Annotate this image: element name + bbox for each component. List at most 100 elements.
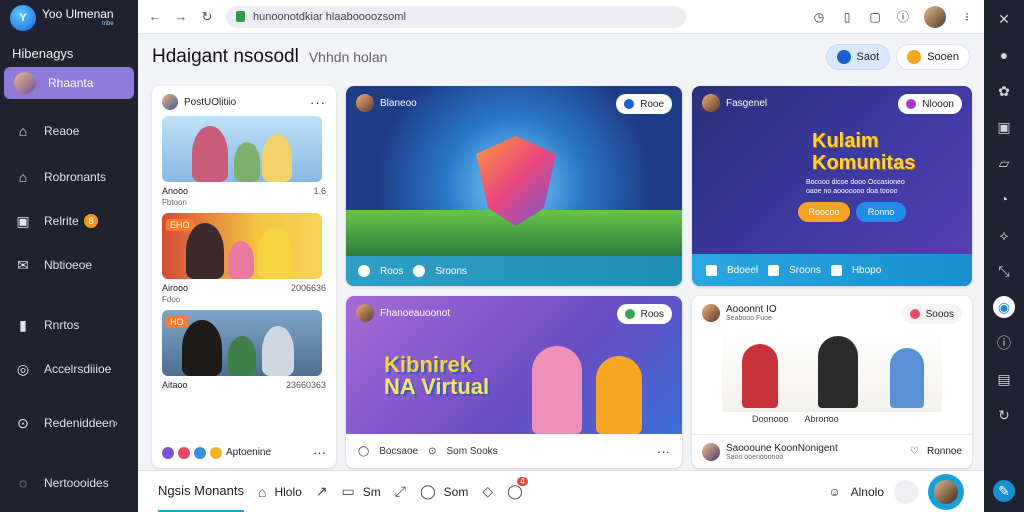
profile-fab-button[interactable]: [928, 473, 964, 510]
reload-icon[interactable]: ↻: [200, 9, 214, 25]
card-foot-label[interactable]: Roos: [380, 266, 403, 277]
avatar: [356, 94, 374, 112]
tab-label: Hlolo: [274, 484, 302, 499]
forward-icon[interactable]: →: [174, 9, 188, 24]
note-icon[interactable]: ▱: [993, 152, 1015, 174]
post-title: Aitaoo: [162, 380, 188, 390]
join-button[interactable]: Roocoo: [798, 202, 850, 222]
more-icon[interactable]: ···: [310, 95, 326, 110]
split-icon[interactable]: ⟡: [993, 224, 1015, 246]
tab-messages[interactable]: ▭ Sm: [342, 483, 381, 500]
sidebar-item-profile[interactable]: Rhaanta: [4, 67, 134, 99]
sidebar-item-house[interactable]: ⌂ Robronants: [4, 161, 134, 193]
chip-label: Roos: [640, 308, 664, 320]
post-title: Anooo: [162, 186, 189, 196]
close-icon[interactable]: ✕: [993, 8, 1015, 30]
card-chip-button[interactable]: Nlooon: [898, 94, 962, 114]
user-label[interactable]: Alnolo: [851, 485, 884, 499]
puzzle-icon[interactable]: ✿: [993, 80, 1015, 102]
tab-moments[interactable]: Ngsis Monants: [158, 471, 244, 512]
footer-action[interactable]: Ronnoe: [927, 446, 962, 457]
card-author: Fasgenel: [726, 97, 768, 109]
feature-card-game[interactable]: Blaneoo Rooe Roos Sroons: [346, 86, 682, 286]
post-thumbnail[interactable]: HO: [162, 310, 322, 376]
more-icon[interactable]: ···: [313, 445, 326, 460]
card-chip-button[interactable]: Roos: [616, 304, 672, 324]
card-foot-label[interactable]: Hbopo: [852, 265, 881, 276]
sidebar-item-mail[interactable]: ✉ Nbtioeoe: [4, 249, 134, 281]
search-icon[interactable]: ◔: [993, 188, 1015, 210]
info-icon[interactable]: ⓘ: [896, 10, 910, 24]
notifications-button[interactable]: ◯ 4: [507, 477, 528, 500]
more-icon[interactable]: ···: [657, 444, 670, 459]
sidebar-item-book[interactable]: ▣ Relrite 8: [4, 205, 134, 237]
address-bar[interactable]: hunoonotdkiar hlaaboooozsoml: [226, 5, 686, 28]
card-action[interactable]: Abronoo: [805, 414, 839, 424]
expand-icon[interactable]: ⤡: [993, 260, 1015, 282]
panel-icon[interactable]: ▤: [993, 368, 1015, 390]
footer-sub: Saoo ooenooonoo: [726, 453, 784, 461]
user-icon[interactable]: ☺: [828, 485, 840, 499]
page-title: Hdaigant nsosodl: [152, 46, 299, 67]
card-author: Fhanoeauoonot: [380, 307, 451, 319]
more-button[interactable]: Ronno: [856, 202, 906, 222]
sidebar-item-location[interactable]: ◌ Nertoooides: [4, 467, 134, 499]
info-icon[interactable]: ⓘ: [993, 332, 1015, 354]
avatar: [356, 304, 374, 322]
brand[interactable]: Y Yoo Ulmenan tribe: [0, 0, 138, 36]
refresh-icon[interactable]: ↻: [993, 404, 1015, 426]
card-foot-label[interactable]: Sroons: [435, 266, 467, 277]
sun-icon[interactable]: ●: [993, 44, 1015, 66]
tab-label: Som: [443, 484, 469, 499]
back-icon[interactable]: ←: [148, 9, 162, 24]
play-icon: [358, 265, 370, 277]
card-foot-label[interactable]: Bocsaoe: [379, 446, 418, 457]
chip-label: Nlooon: [922, 98, 954, 110]
sidebar-item-chart[interactable]: ▮ Rnrtos: [4, 309, 134, 341]
like-icon[interactable]: ♡: [910, 446, 919, 457]
sidebar: Y Yoo Ulmenan tribe Hibenagys Rhaanta ⌂ …: [0, 0, 138, 512]
expand-button[interactable]: ⤢: [395, 483, 406, 500]
card-chip-button[interactable]: Sooos: [901, 304, 962, 324]
right-rail: ✕ ● ✿ ▣ ▱ ◔ ⟡ ⤡ ◉ ⓘ ▤ ↻ ✎: [984, 0, 1024, 512]
post-meta: 2006636: [290, 283, 326, 293]
card-action[interactable]: Doonooo: [752, 414, 789, 424]
comment-icon[interactable]: ◯: [358, 446, 369, 457]
clock-icon[interactable]: ◷: [812, 10, 826, 24]
post-meta: 23660363: [285, 380, 326, 390]
settings-icon[interactable]: ⊙: [428, 446, 436, 457]
brand-icon[interactable]: ◉: [993, 296, 1015, 318]
menu-icon[interactable]: ⁝: [960, 10, 974, 24]
chart-icon: ▮: [19, 316, 27, 333]
home-icon: ⌂: [18, 123, 28, 139]
tab-chat[interactable]: ◯ Som: [420, 483, 468, 500]
feature-card-virtual[interactable]: Fhanoeauoonot Roos Kibnirek NA Virtual ◯ …: [346, 296, 682, 468]
feature-card-community[interactable]: Fasgenel Nlooon Kulaim Komunitas Bocooo d…: [692, 86, 972, 286]
feature-card-group[interactable]: Aooonnt IO Seabooo Fuoe Sooos Doonooo Abr…: [692, 296, 972, 468]
edit-icon[interactable]: ✎: [993, 480, 1015, 502]
share-button[interactable]: ↗: [316, 483, 328, 500]
sidebar-item-settings[interactable]: ⊙ Redeniddeen ›: [4, 407, 134, 439]
card-foot-label[interactable]: Bdoeel: [727, 265, 758, 276]
avatar: [702, 304, 720, 322]
card-chip-button[interactable]: Rooe: [616, 94, 672, 114]
tag-button[interactable]: ◇: [482, 483, 493, 500]
primary-action-button[interactable]: Saot: [825, 44, 891, 70]
sidebar-item-home[interactable]: ⌂ Reaoe: [4, 115, 134, 147]
card-foot-label[interactable]: Som Sooks: [447, 446, 498, 457]
post-thumbnail[interactable]: EHO: [162, 213, 322, 279]
post-thumbnail[interactable]: [162, 116, 322, 182]
user-avatar[interactable]: [924, 5, 946, 28]
mail-icon: ✉: [17, 256, 29, 273]
secondary-action-button[interactable]: Sooen: [896, 44, 970, 70]
sidebar-item-compass[interactable]: ◎ Accelrsdiiioe: [4, 353, 134, 385]
tab-home[interactable]: ⌂ Hlolo: [258, 484, 302, 500]
window-icon[interactable]: ▢: [868, 10, 882, 24]
post-sub: Fbtoon: [162, 198, 187, 207]
card-author: Aooonnt IO: [726, 304, 777, 315]
card-author-sub: Seabooo Fuoe: [726, 315, 772, 322]
card-author: Blaneoo: [380, 97, 417, 109]
image-icon[interactable]: ▣: [993, 116, 1015, 138]
bookmark-icon[interactable]: ▯: [840, 10, 854, 24]
card-foot-label[interactable]: Sroons: [789, 265, 821, 276]
